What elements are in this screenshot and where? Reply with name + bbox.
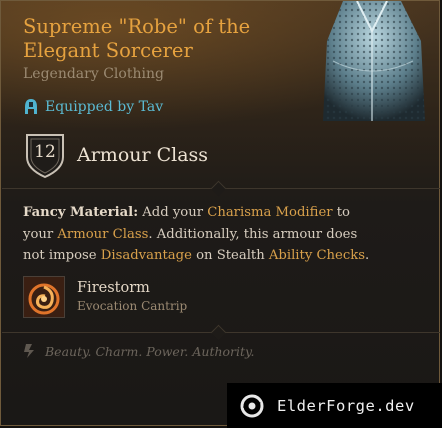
equipped-label: Equipped by Tav [45, 99, 164, 115]
armour-class-value: 12 [34, 142, 56, 162]
flavor-text: Beauty. Charm. Power. Authority. [23, 343, 254, 359]
spell-name: Firestorm [77, 280, 150, 296]
elderforge-logo-icon [240, 394, 264, 417]
spell-school: Evocation Cantrip [77, 299, 188, 313]
fire-spiral-icon [23, 276, 65, 318]
item-tooltip: Supreme "Robe" of the Elegant Sorcerer L… [0, 0, 440, 426]
item-title: Supreme "Robe" of the Elegant Sorcerer [23, 15, 251, 62]
granted-spell[interactable]: Firestorm Evocation Cantrip [23, 276, 187, 318]
keyword-charisma[interactable]: Charisma [207, 205, 271, 220]
robe-image [313, 0, 431, 121]
keyword-armour-class[interactable]: Armour Class [57, 227, 148, 242]
shield-icon: 12 [23, 131, 67, 179]
watermark: ElderForge.dev [227, 383, 442, 428]
flavor-label: Beauty. Charm. Power. Authority. [45, 343, 255, 359]
item-rarity-type: Legendary Clothing [23, 66, 164, 82]
armour-class: 12 Armour Class [23, 131, 208, 179]
divider-notch [210, 180, 227, 197]
armour-class-label: Armour Class [77, 144, 209, 166]
keyword-disadvantage[interactable]: Disadvantage [101, 248, 192, 263]
watermark-text: ElderForge.dev [277, 396, 415, 415]
item-description: Fancy Material: Add your Charisma Modifi… [23, 205, 370, 263]
helmet-icon [25, 99, 37, 114]
quote-icon [24, 344, 34, 358]
keyword-modifier[interactable]: Modifier [276, 205, 333, 220]
keyword-ability-checks[interactable]: Ability Checks [269, 248, 365, 263]
divider-notch [210, 324, 227, 341]
equipped-status: Equipped by Tav [23, 98, 163, 116]
